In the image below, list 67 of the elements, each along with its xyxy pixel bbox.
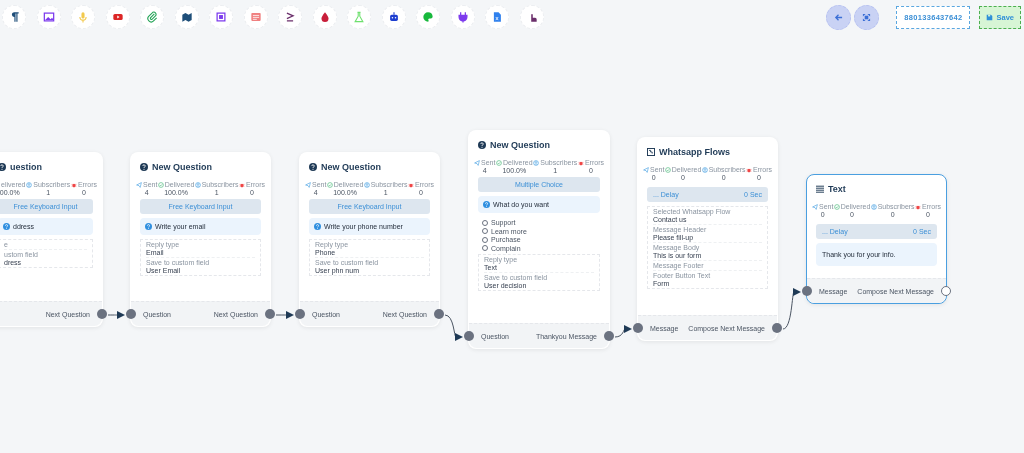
user-circle-icon [533, 159, 540, 166]
question-icon [140, 163, 148, 171]
bug-icon [577, 159, 584, 166]
paper-plane-icon [643, 166, 649, 173]
paperclip-icon[interactable] [140, 5, 164, 29]
question-icon [3, 223, 10, 230]
node-title: New Question [321, 162, 381, 172]
check-circle-icon [664, 166, 671, 173]
user-circle-icon [870, 203, 877, 210]
frame-icon[interactable] [209, 5, 233, 29]
paper-plane-icon [812, 203, 818, 210]
input-port[interactable] [464, 331, 474, 341]
question-icon [483, 201, 490, 208]
paper-plane-icon [305, 181, 311, 188]
bug-icon [914, 203, 921, 210]
bug-icon [407, 181, 414, 188]
drop-icon[interactable] [312, 5, 337, 29]
paragraph-icon[interactable] [2, 5, 26, 29]
output-port[interactable] [97, 309, 107, 319]
bug-icon [238, 181, 245, 188]
node-title: New Question [152, 162, 212, 172]
greater-equal-icon[interactable] [278, 5, 302, 29]
check-circle-icon [157, 181, 164, 188]
user-circle-icon [194, 181, 201, 188]
output-port[interactable] [434, 309, 444, 319]
output-port[interactable] [265, 309, 275, 319]
check-circle-icon [496, 159, 503, 166]
input-port[interactable] [802, 286, 812, 296]
user-circle-icon [701, 166, 708, 173]
paper-plane-icon [136, 181, 142, 188]
question-icon [309, 163, 317, 171]
output-port[interactable] [941, 286, 951, 296]
question-icon [478, 141, 486, 149]
fullscreen-icon[interactable] [854, 4, 880, 30]
node-title: New Question [490, 140, 550, 150]
text-lines-icon [816, 185, 824, 193]
connector-arrow [444, 314, 463, 341]
paper-plane-icon [474, 159, 480, 166]
check-circle-icon [326, 181, 333, 188]
flow-diagram-icon [647, 148, 655, 156]
connector-arrow [275, 311, 294, 319]
newspaper-icon[interactable] [243, 5, 268, 29]
question-icon [314, 223, 321, 230]
question-icon [0, 163, 6, 171]
bug-icon [70, 181, 77, 188]
input-port[interactable] [126, 309, 136, 319]
output-port[interactable] [772, 323, 782, 333]
connector-arrow [614, 325, 632, 338]
robot-icon[interactable] [381, 5, 406, 29]
video-play-icon[interactable] [105, 5, 130, 29]
check-circle-icon [833, 203, 840, 210]
question-icon [145, 223, 152, 230]
output-port[interactable] [604, 331, 614, 341]
plug-icon[interactable] [450, 5, 475, 29]
node-title: Text [828, 184, 846, 194]
spreadsheet-icon[interactable] [485, 5, 509, 29]
input-port[interactable] [295, 309, 305, 319]
palette-icon[interactable] [416, 5, 440, 29]
image-icon[interactable] [36, 5, 61, 29]
user-circle-icon [26, 181, 33, 188]
node-title: Whatsapp Flows [659, 147, 730, 157]
input-port[interactable] [633, 323, 643, 333]
connector-arrow [782, 288, 801, 330]
bug-icon [745, 166, 752, 173]
node-title: uestion [10, 162, 42, 172]
connector-arrow [107, 311, 125, 319]
user-circle-icon [363, 181, 370, 188]
